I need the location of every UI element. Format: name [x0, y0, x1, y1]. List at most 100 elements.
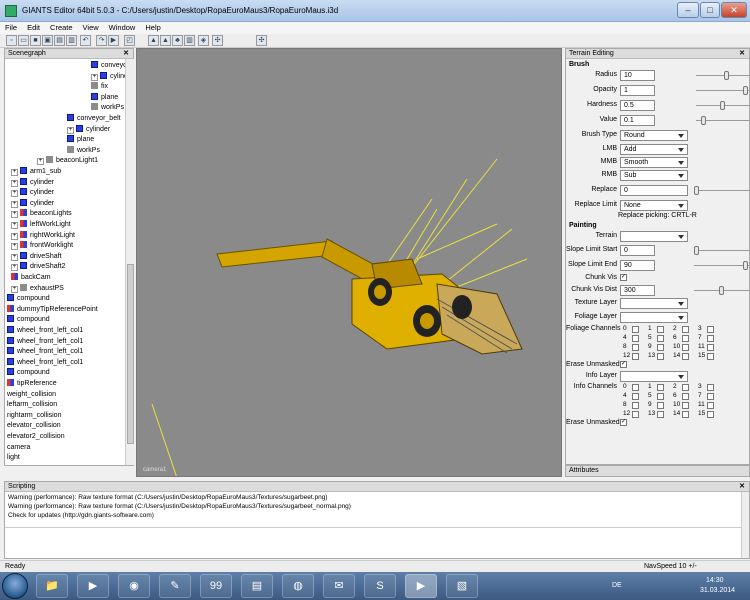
- tree-node[interactable]: tipReference: [7, 379, 57, 389]
- expand-icon[interactable]: +: [11, 253, 18, 261]
- expand-icon[interactable]: +: [11, 285, 18, 293]
- play-icon[interactable]: ▶: [108, 35, 119, 46]
- tree-node[interactable]: conveyor_belt: [67, 114, 121, 124]
- channel-checkbox[interactable]: [632, 353, 639, 360]
- tree-node[interactable]: + cylinder: [11, 177, 54, 188]
- channel-checkbox[interactable]: [707, 411, 714, 418]
- hardness-slider[interactable]: [696, 100, 749, 111]
- tree-node[interactable]: + cylinder: [11, 198, 54, 209]
- channel-checkbox[interactable]: [682, 393, 689, 400]
- info-layer-icon[interactable]: ◈: [198, 35, 209, 46]
- tree-node[interactable]: plane: [67, 135, 94, 145]
- info-layer-select[interactable]: [620, 371, 688, 382]
- tree-node[interactable]: wheel_front_left_col1: [7, 357, 83, 368]
- channel-checkbox[interactable]: [657, 326, 664, 333]
- tree-node[interactable]: + frontWorklight: [11, 241, 73, 251]
- scenegraph-scrollbar[interactable]: [125, 59, 134, 465]
- close-button[interactable]: ✕: [721, 2, 747, 18]
- tree-node[interactable]: dummyTipReferencePoint: [7, 304, 98, 315]
- channel-checkbox[interactable]: [632, 411, 639, 418]
- channel-checkbox[interactable]: [657, 384, 664, 391]
- chrome-icon[interactable]: ◉: [118, 574, 150, 598]
- channel-checkbox[interactable]: [707, 384, 714, 391]
- channel-checkbox[interactable]: [707, 393, 714, 400]
- channel-checkbox[interactable]: [682, 384, 689, 391]
- picture-icon[interactable]: ▧: [446, 574, 478, 598]
- snap-icon[interactable]: ✣: [212, 35, 223, 46]
- channel-checkbox[interactable]: [682, 335, 689, 342]
- tree-node[interactable]: light: [7, 453, 20, 463]
- channel-checkbox[interactable]: [682, 353, 689, 360]
- hardness-input[interactable]: 0.5: [620, 100, 655, 111]
- value-slider[interactable]: [696, 115, 749, 126]
- channel-checkbox[interactable]: [657, 402, 664, 409]
- channel-checkbox[interactable]: [682, 344, 689, 351]
- tree-node[interactable]: + leftWorkLight: [11, 220, 71, 230]
- menu-view[interactable]: View: [78, 22, 104, 34]
- tree-node[interactable]: backCam: [11, 273, 51, 283]
- gimp-icon[interactable]: ✎: [159, 574, 191, 598]
- tree-node[interactable]: wheel_front_left_col1: [7, 347, 83, 357]
- chunk-vis-checkbox[interactable]: ✓: [620, 274, 627, 281]
- radius-slider[interactable]: [696, 70, 749, 81]
- tree-node[interactable]: + beaconLights: [11, 209, 72, 219]
- chunk-vis-dist-input[interactable]: 300: [620, 285, 655, 296]
- tree-node[interactable]: elevator_collision: [7, 421, 61, 431]
- scrollbar-thumb[interactable]: [127, 264, 134, 444]
- redo-icon[interactable]: ↷: [96, 35, 107, 46]
- opacity-input[interactable]: 1: [620, 85, 655, 96]
- menu-create[interactable]: Create: [45, 22, 78, 34]
- tree-node[interactable]: conveyo: [91, 61, 125, 71]
- terrain-close-icon[interactable]: ✕: [739, 49, 745, 59]
- tree-node[interactable]: compound: [7, 368, 50, 378]
- open-icon[interactable]: ▭: [18, 35, 29, 46]
- channel-checkbox[interactable]: [682, 402, 689, 409]
- clock-time[interactable]: 14:30: [706, 577, 724, 584]
- expand-icon[interactable]: +: [11, 222, 18, 229]
- menu-help[interactable]: Help: [140, 22, 165, 34]
- tree-node[interactable]: workPs: [67, 145, 100, 156]
- expand-icon[interactable]: +: [11, 264, 18, 272]
- 3d-viewport[interactable]: camera1: [136, 48, 562, 477]
- tree-node[interactable]: compound: [7, 294, 50, 304]
- attributes-panel[interactable]: Attributes: [565, 465, 750, 477]
- channel-checkbox[interactable]: [682, 326, 689, 333]
- terrain-sculpt-icon[interactable]: ▲: [148, 35, 159, 46]
- import-icon[interactable]: ▤: [54, 35, 65, 46]
- giants-editor-icon[interactable]: ▶: [405, 574, 437, 598]
- settings-icon[interactable]: ✣: [256, 35, 267, 46]
- start-button[interactable]: [2, 573, 28, 599]
- channel-checkbox[interactable]: [632, 384, 639, 391]
- expand-icon[interactable]: +: [11, 190, 18, 198]
- tree-node[interactable]: camera: [7, 443, 30, 453]
- rmb-select[interactable]: Sub: [620, 170, 688, 181]
- tree-node[interactable]: wheel_front_left_col1: [7, 326, 83, 336]
- channel-checkbox[interactable]: [707, 353, 714, 360]
- expand-icon[interactable]: +: [11, 179, 18, 187]
- language-indicator[interactable]: DE: [612, 582, 622, 589]
- chunk-vis-dist-slider[interactable]: [694, 285, 749, 296]
- foliage-layer-select[interactable]: [620, 312, 688, 323]
- texture-layer-select[interactable]: [620, 298, 688, 309]
- channel-checkbox[interactable]: [657, 344, 664, 351]
- tree-node[interactable]: + cylinder: [67, 124, 110, 135]
- replace-slider[interactable]: [694, 185, 749, 196]
- foliage-icon[interactable]: ♣: [172, 35, 183, 46]
- tree-node[interactable]: + driveShaft: [11, 251, 62, 262]
- expand-icon[interactable]: +: [37, 158, 44, 166]
- value-input[interactable]: 0.1: [620, 115, 655, 126]
- channel-checkbox[interactable]: [657, 353, 664, 360]
- tree-node[interactable]: + beaconLight1: [37, 156, 98, 166]
- tree-node[interactable]: compound: [7, 315, 50, 325]
- tree-node[interactable]: elevator2_collision: [7, 432, 65, 442]
- replace-input[interactable]: 0: [620, 185, 688, 196]
- brush-type-select[interactable]: Round: [620, 130, 688, 141]
- tree-node[interactable]: + rightWorkLight: [11, 230, 75, 241]
- channel-checkbox[interactable]: [657, 335, 664, 342]
- scenegraph-close-icon[interactable]: ✕: [123, 49, 129, 59]
- export-icon[interactable]: ▥: [66, 35, 77, 46]
- channel-checkbox[interactable]: [632, 326, 639, 333]
- expand-icon[interactable]: +: [11, 243, 18, 251]
- tree-node[interactable]: leftarm_collision: [7, 400, 57, 410]
- expand-icon[interactable]: +: [11, 169, 18, 176]
